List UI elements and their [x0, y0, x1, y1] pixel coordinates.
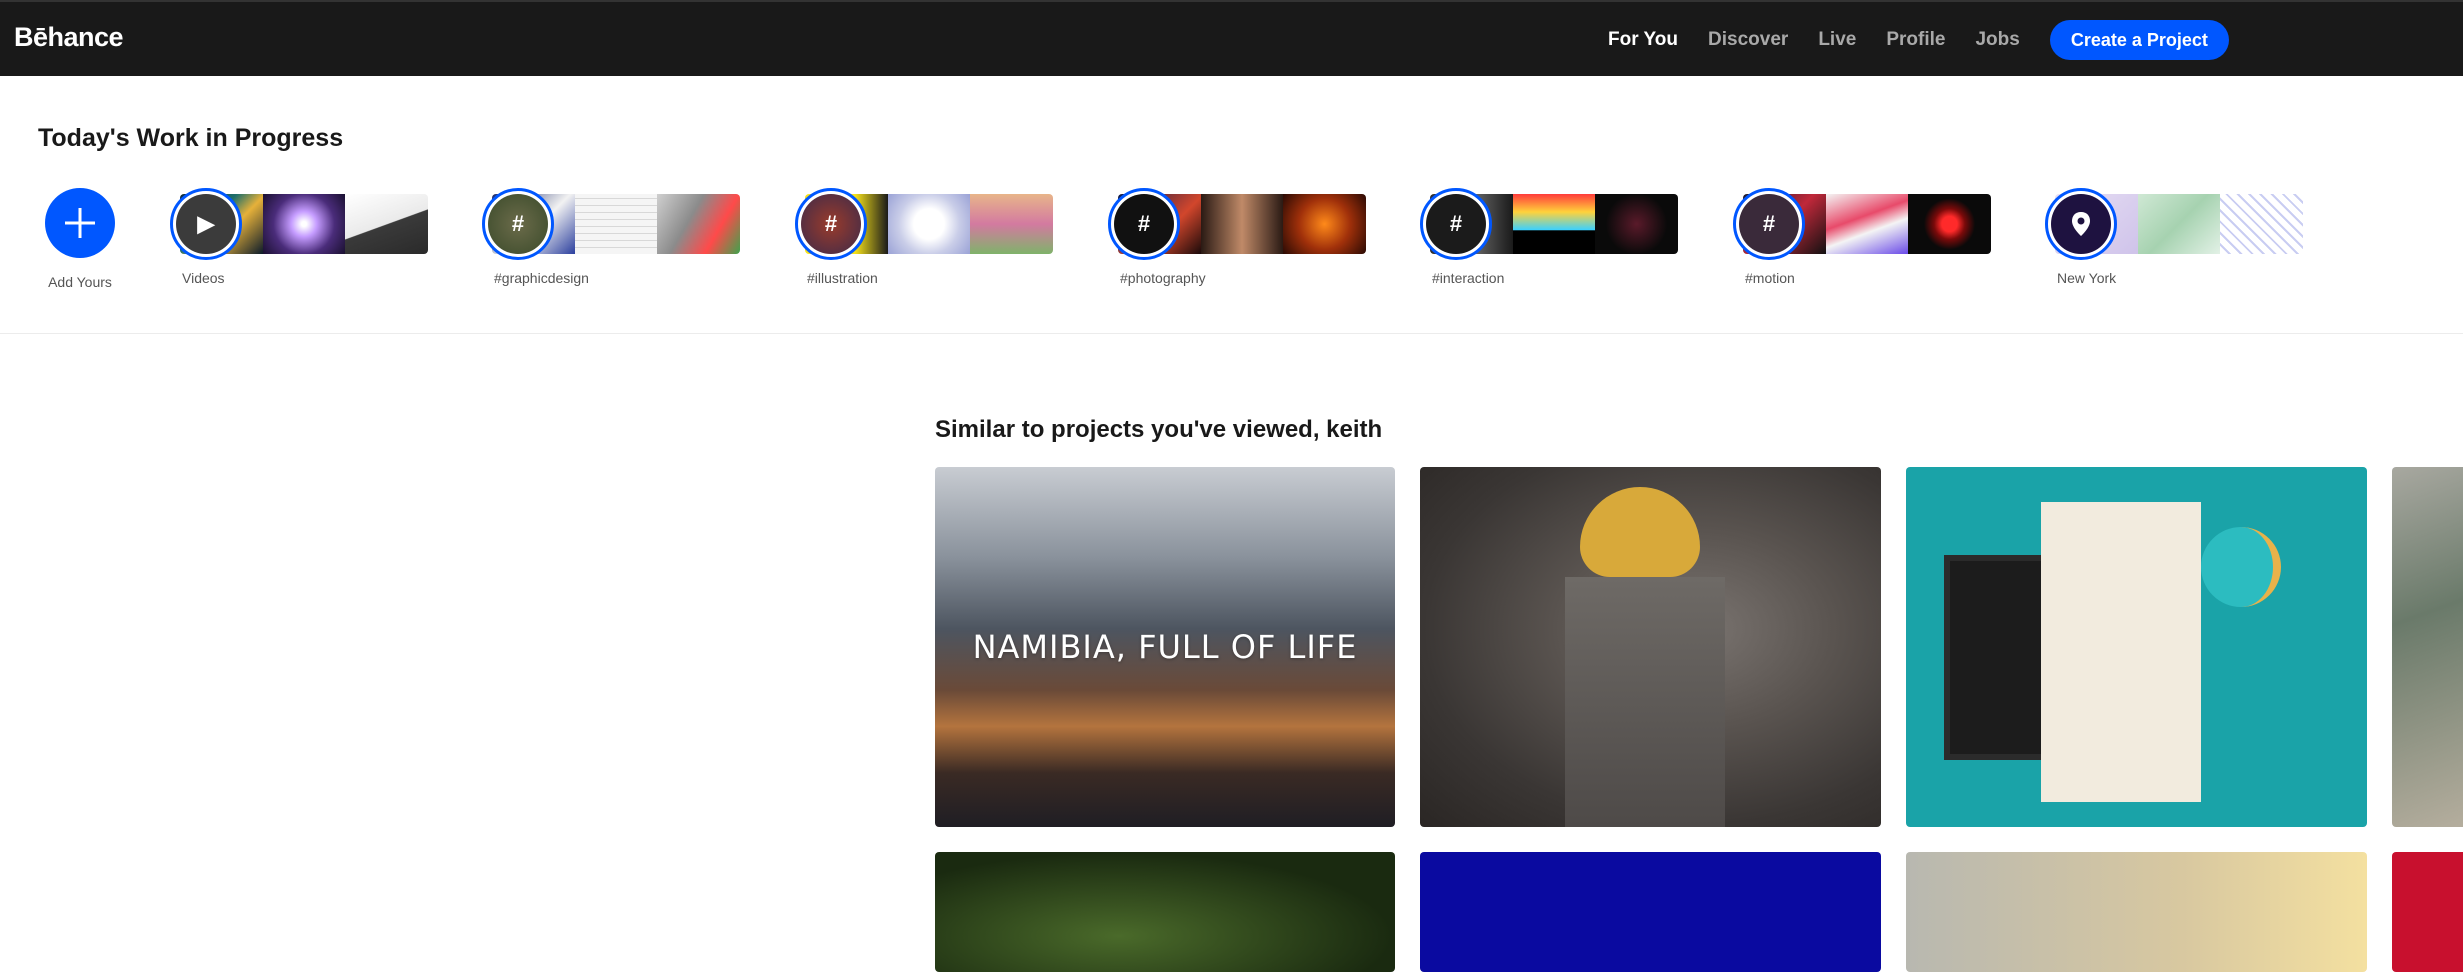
project-card-overlay: NAMIBIA, FULL OF LIFE	[935, 467, 1395, 827]
wip-group-label: #illustration	[807, 270, 878, 286]
hashtag-icon: #	[801, 194, 861, 254]
wip-avatar[interactable]: ▶	[170, 188, 242, 260]
hashtag-icon: #	[1739, 194, 1799, 254]
top-navigation-bar: Bēhance For You Discover Live Profile Jo…	[0, 0, 2463, 76]
wip-avatar[interactable]	[2045, 188, 2117, 260]
wip-group-label: #motion	[1745, 270, 1795, 286]
nav-for-you[interactable]: For You	[1608, 29, 1678, 51]
project-card[interactable]	[1420, 467, 1881, 827]
add-yours-button[interactable]: Add Yours	[44, 188, 116, 290]
project-card-title: NAMIBIA, FULL OF LIFE	[972, 628, 1358, 666]
nav-discover[interactable]: Discover	[1708, 29, 1788, 51]
wip-group-label: #graphicdesign	[494, 270, 589, 286]
project-card[interactable]	[1906, 467, 2367, 827]
nav-live[interactable]: Live	[1818, 29, 1856, 51]
nav-jobs[interactable]: Jobs	[1975, 29, 2019, 51]
project-card[interactable]	[935, 852, 1395, 972]
section-divider	[0, 333, 2463, 334]
wip-section-title: Today's Work in Progress	[38, 124, 344, 152]
card-art-hood	[1580, 487, 1700, 577]
similar-section-title: Similar to projects you've viewed, keith	[935, 416, 1383, 443]
main-nav: For You Discover Live Profile Jobs Creat…	[1608, 2, 2229, 78]
project-card[interactable]	[2392, 467, 2463, 827]
create-project-button[interactable]: Create a Project	[2049, 20, 2229, 60]
project-card[interactable]: NAMIBIA, FULL OF LIFE	[935, 467, 1395, 827]
add-yours-label: Add Yours	[48, 274, 112, 290]
card-art-menu-sheet	[2041, 502, 2201, 802]
wip-avatar[interactable]: #	[1420, 188, 1492, 260]
nav-profile[interactable]: Profile	[1886, 29, 1945, 51]
wip-group-label: #interaction	[1432, 270, 1505, 286]
card-art-menu-board	[1944, 555, 2054, 760]
behance-logo[interactable]: Bēhance	[14, 22, 124, 53]
wip-avatar[interactable]: #	[1733, 188, 1805, 260]
plus-icon[interactable]	[45, 188, 115, 258]
wip-carousel: Add Yours ▶ Videos # #graphicdesign # #i…	[0, 188, 2463, 292]
location-pin-glyph	[2072, 212, 2090, 236]
wip-group-label: Videos	[182, 270, 225, 286]
hashtag-icon: #	[488, 194, 548, 254]
wip-avatar[interactable]: #	[482, 188, 554, 260]
hashtag-icon: #	[1114, 194, 1174, 254]
project-card[interactable]	[2392, 852, 2463, 972]
wip-avatar[interactable]: #	[795, 188, 867, 260]
wip-group-label: New York	[2057, 270, 2117, 286]
location-pin-icon	[2051, 194, 2111, 254]
project-card[interactable]	[1420, 852, 1881, 972]
wip-avatar[interactable]: #	[1108, 188, 1180, 260]
play-icon: ▶	[176, 194, 236, 254]
wip-group-label: #photography	[1120, 270, 1206, 286]
card-art-coat	[1565, 577, 1725, 827]
hashtag-icon: #	[1426, 194, 1486, 254]
project-card[interactable]	[1906, 852, 2367, 972]
card-art-coaster	[2201, 527, 2281, 607]
